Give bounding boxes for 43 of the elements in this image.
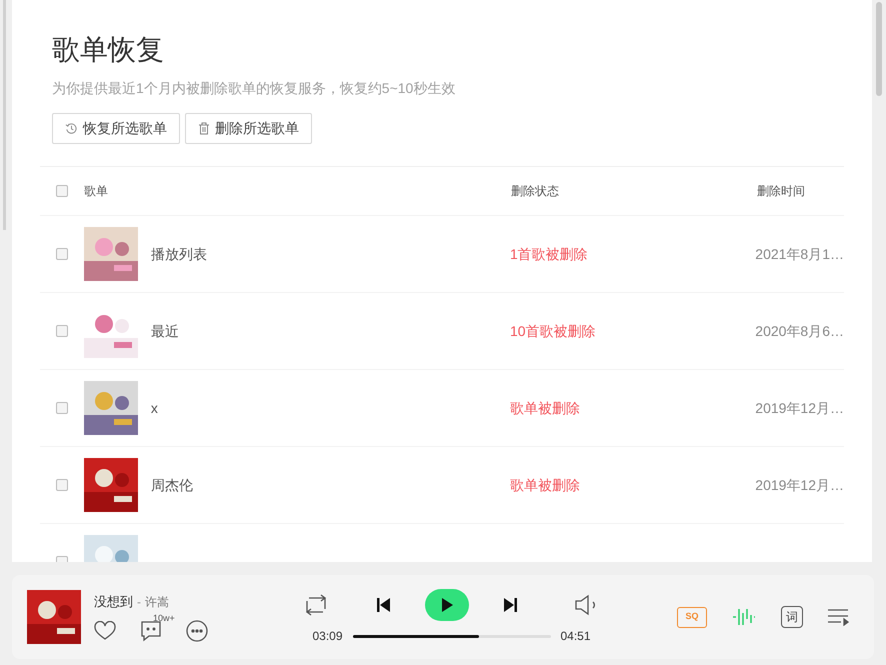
delete-status: 歌单被删除 [510,476,581,494]
scrollbar[interactable] [876,2,882,96]
delete-time: 2019年12月… [755,398,844,418]
history-icon [65,122,78,135]
lyrics-button[interactable]: 词 [781,606,803,628]
playlist-icon[interactable] [827,608,849,626]
page-title: 歌单恢复 [52,33,165,67]
next-icon[interactable] [503,597,518,613]
checkbox[interactable] [56,402,68,414]
play-button[interactable] [425,589,469,621]
playlist-name: 播放列表 [150,244,208,264]
delete-time: 2021年8月1… [755,244,844,264]
column-header: 删除时间 [757,183,805,200]
subtitle: 为你提供最近1个月内被删除歌单的恢复服务，恢复约5~10秒生效 [52,79,456,98]
previous-icon[interactable] [376,597,391,613]
playlist-name: 最近 [150,322,180,340]
trash-icon [198,122,210,135]
column-header: 歌单 [84,183,109,200]
comment-icon[interactable] [139,620,163,642]
more-icon[interactable] [186,620,208,642]
playlist-name: x [150,398,159,418]
heart-icon[interactable] [94,620,116,641]
separator: - [137,594,141,612]
delete-status: 1首歌被删除 [510,244,589,264]
play-icon [441,598,453,612]
song-title: 没想到 [94,593,133,612]
column-header: 删除状态 [511,183,560,200]
delete-time: 2020年8月6… [755,322,844,340]
restore-button[interactable]: 恢复所选歌单 [52,113,180,144]
playlist-name: 周杰伦 [150,476,194,494]
delete-status: 10首歌被删除 [510,322,597,340]
delete-time: 2019年12月… [755,476,844,494]
artist-name[interactable]: 许嵩 [145,593,169,612]
progress-track[interactable] [352,634,550,638]
checkbox[interactable] [56,185,68,197]
delete-button[interactable]: 删除所选歌单 [185,113,312,144]
comment-count: 10w+ [153,612,175,625]
checkbox[interactable] [56,325,68,337]
elapsed-time: 03:09 [312,628,342,645]
delete-status: 歌单被删除 [510,398,581,418]
total-time: 04:51 [560,628,591,645]
checkbox[interactable] [56,479,68,491]
checkbox[interactable] [56,248,68,260]
